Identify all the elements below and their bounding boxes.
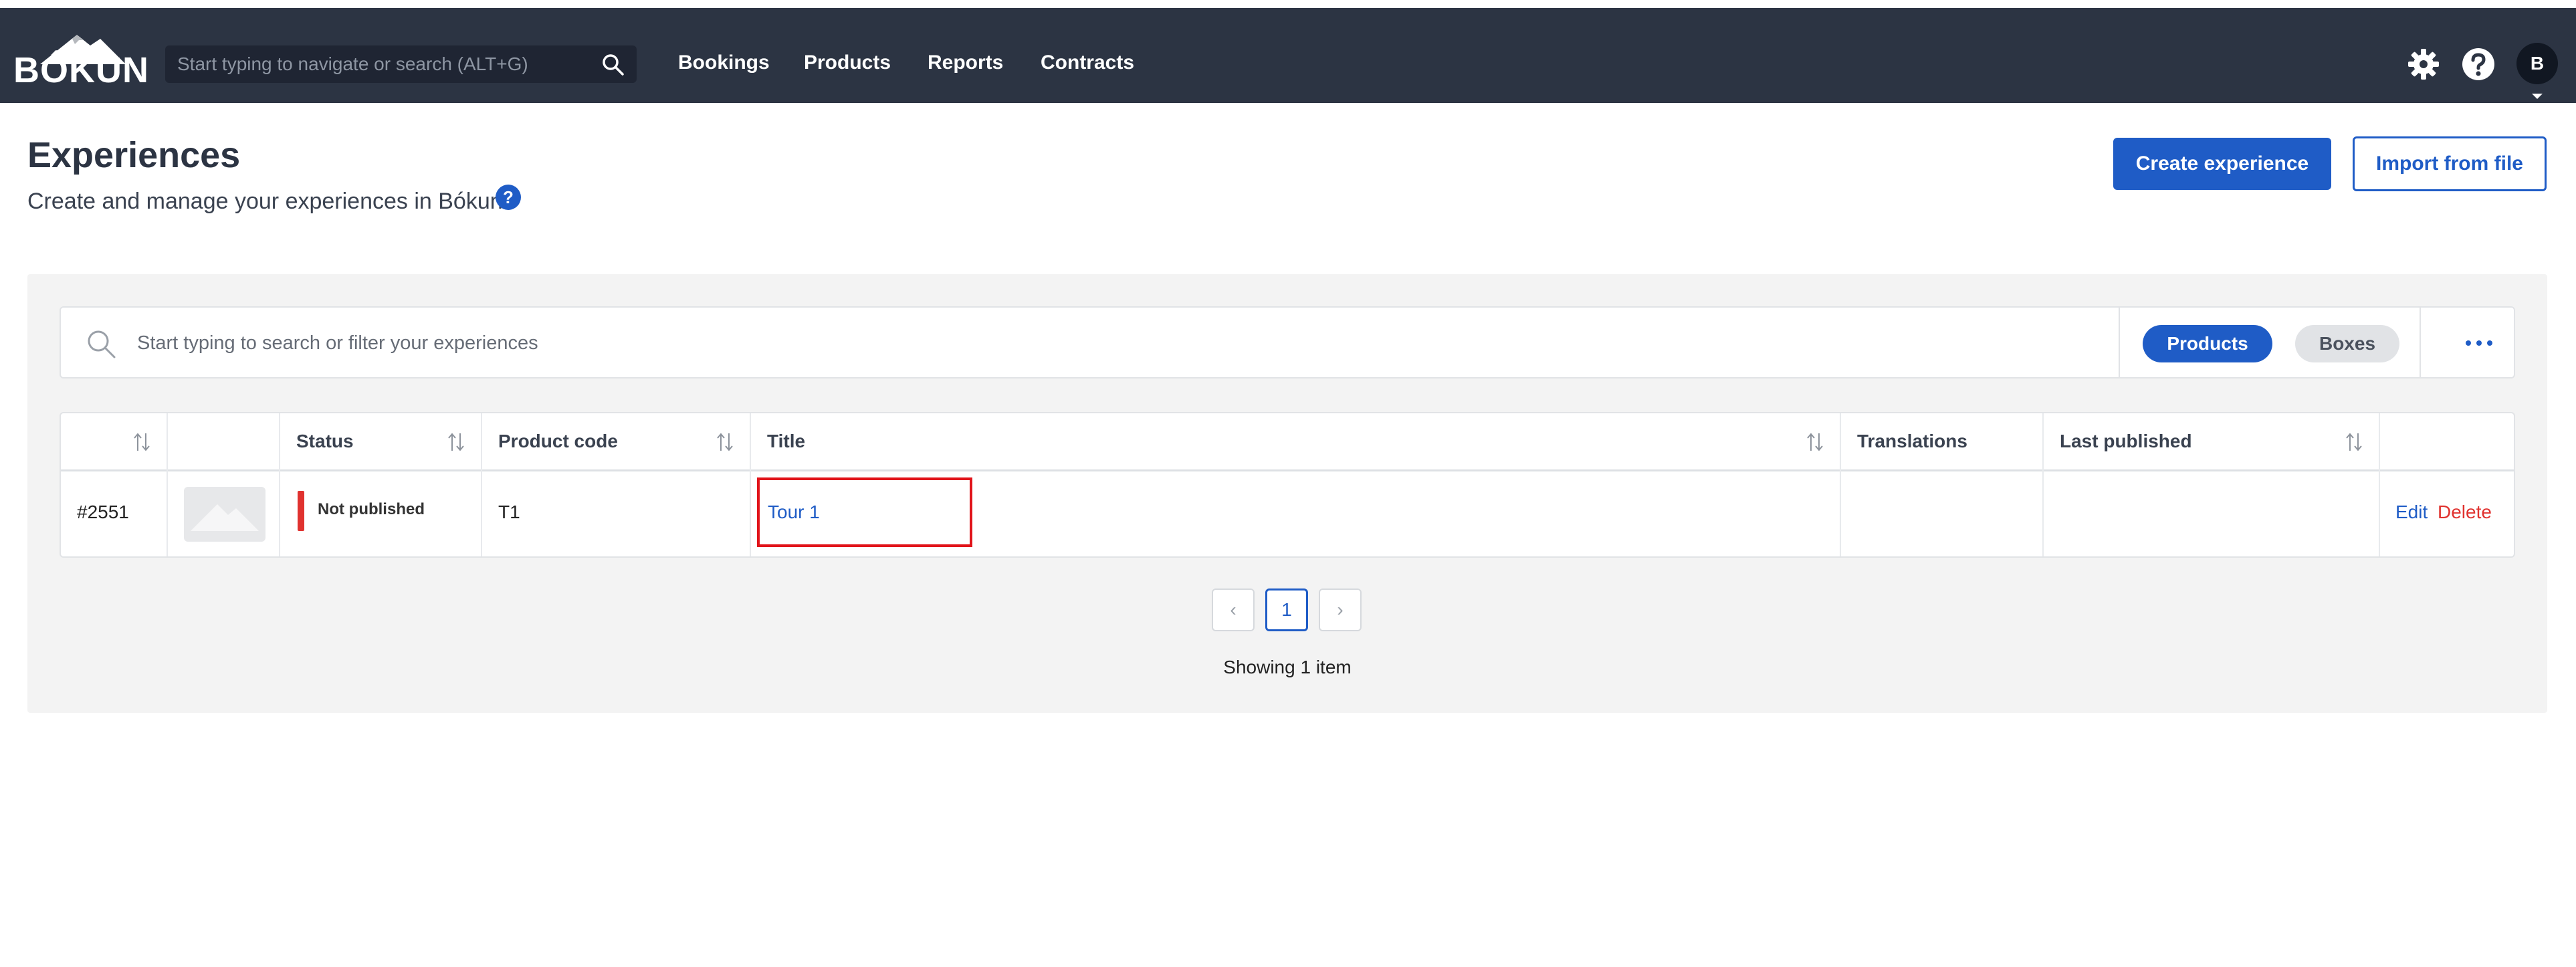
page-title: Experiences (27, 135, 241, 175)
nav-link-reports[interactable]: Reports (928, 48, 1003, 78)
image-placeholder (184, 487, 265, 542)
column-header-translations: Translations (1857, 431, 1967, 451)
gear-icon[interactable] (2406, 47, 2441, 82)
create-experience-button[interactable]: Create experience (2113, 138, 2331, 190)
highlight-box (757, 477, 972, 547)
status-badge: Not published (318, 500, 425, 518)
column-header-product-code[interactable]: Product code (498, 429, 618, 453)
more-horizontal-icon[interactable] (2462, 333, 2502, 353)
toggle-boxes[interactable]: Boxes (2295, 325, 2399, 362)
next-page-button[interactable]: › (1319, 588, 1362, 631)
status-indicator (298, 491, 304, 531)
column-divider (2379, 413, 2380, 556)
pagination-summary: Showing 1 item (1223, 657, 1352, 677)
row-id: #2551 (77, 502, 129, 522)
product-code-cell: T1 (498, 502, 520, 522)
sort-icon[interactable] (2344, 431, 2364, 453)
header-divider (61, 469, 2514, 471)
user-avatar[interactable]: B (2516, 43, 2558, 84)
sort-icon[interactable] (715, 431, 735, 453)
global-search-input[interactable] (177, 51, 578, 78)
top-navigation-bar: BÓKUN Bookings Products Reports Contract… (0, 8, 2576, 103)
column-divider (279, 413, 280, 556)
divider (2119, 308, 2120, 377)
page-button-current[interactable]: 1 (1265, 588, 1308, 631)
previous-page-button[interactable]: ‹ (1212, 588, 1255, 631)
column-divider (1840, 413, 1841, 556)
nav-link-bookings[interactable]: Bookings (678, 48, 770, 78)
image-placeholder-icon (191, 504, 259, 531)
column-header-status[interactable]: Status (296, 429, 354, 453)
search-icon (88, 330, 116, 358)
delete-link[interactable]: Delete (2438, 500, 2492, 524)
help-icon[interactable] (2461, 47, 2496, 82)
filter-bar: Products Boxes (60, 306, 2515, 379)
import-from-file-button[interactable]: Import from file (2353, 136, 2547, 191)
sort-icon[interactable] (1805, 431, 1825, 453)
column-divider (481, 413, 482, 556)
sort-icon[interactable] (132, 431, 152, 453)
experiences-table: Status Product code Title Translations L… (60, 412, 2515, 558)
column-divider (750, 413, 751, 556)
page-subtitle: Create and manage your experiences in Bó… (27, 189, 510, 214)
bokun-logo[interactable]: BÓKUN (13, 31, 149, 91)
sort-icon[interactable] (446, 431, 466, 453)
column-divider (2042, 413, 2044, 556)
search-icon[interactable] (601, 52, 626, 78)
experience-filter-input[interactable] (137, 328, 2076, 358)
logo-text: BÓKUN (13, 50, 149, 90)
global-search-field[interactable] (165, 45, 637, 83)
nav-link-contracts[interactable]: Contracts (1041, 48, 1134, 78)
column-divider (167, 413, 168, 556)
toggle-products[interactable]: Products (2143, 325, 2272, 362)
nav-link-products[interactable]: Products (804, 48, 891, 78)
column-header-title[interactable]: Title (767, 429, 805, 453)
help-circle-icon[interactable]: ? (496, 185, 521, 210)
divider (2420, 308, 2421, 377)
edit-link[interactable]: Edit (2395, 500, 2428, 524)
caret-down-icon[interactable] (2532, 94, 2543, 99)
column-header-last-published[interactable]: Last published (2060, 429, 2192, 453)
